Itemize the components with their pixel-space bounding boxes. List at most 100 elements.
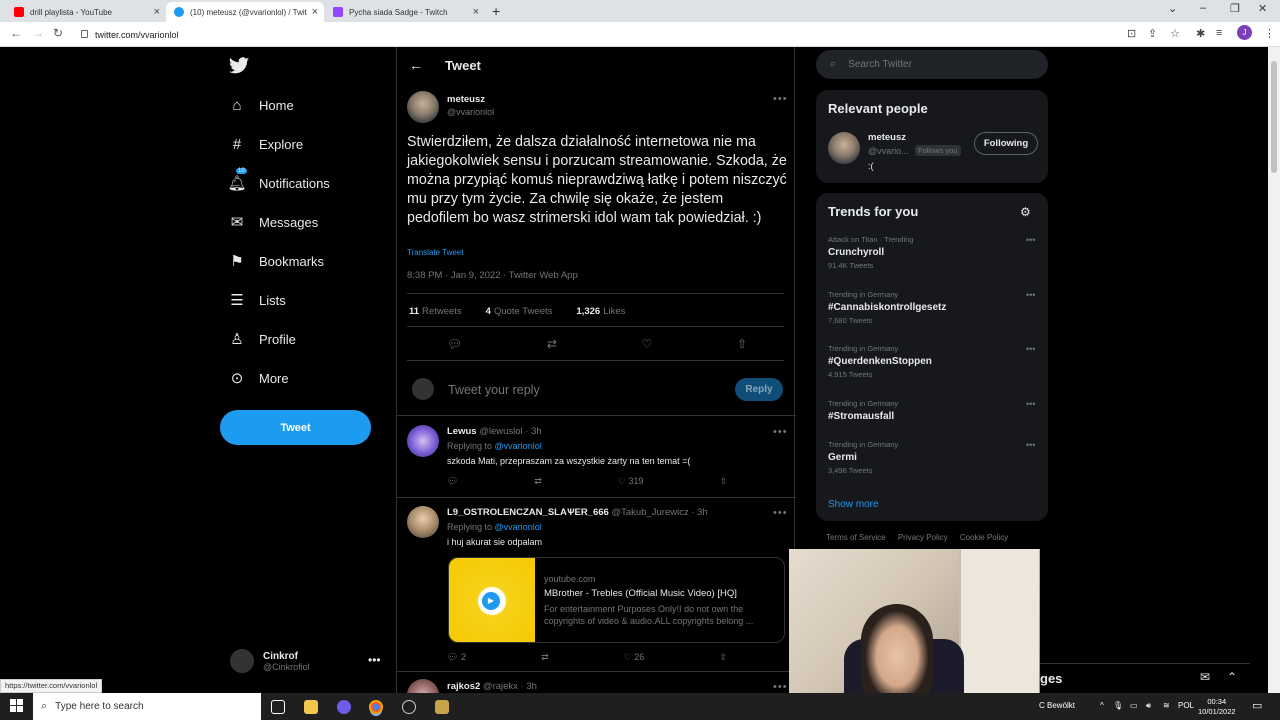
author-avatar[interactable] — [407, 91, 439, 123]
gear-icon[interactable]: ⚙ — [1020, 205, 1031, 219]
retweet-icon[interactable]: ⇄ — [534, 476, 542, 487]
chrome-menu-icon[interactable]: ⋮ — [1264, 27, 1275, 40]
reading-list-icon[interactable]: ≡ — [1216, 27, 1222, 39]
nav-bookmarks[interactable]: ⚑ Bookmarks — [228, 252, 324, 270]
obs-icon[interactable] — [402, 700, 416, 714]
nav-profile[interactable]: ♙ Profile — [228, 330, 296, 348]
forward-icon[interactable]: → — [32, 26, 44, 40]
language-indicator[interactable]: POL — [1178, 701, 1194, 710]
more-icon[interactable]: ••• — [1026, 235, 1035, 245]
url-input[interactable]: twitter.com/vvarionlol — [75, 25, 1135, 44]
more-icon[interactable]: ••• — [1026, 399, 1035, 409]
extensions-icon[interactable]: ✱ — [1196, 27, 1205, 40]
share-icon[interactable]: ⇧ — [737, 337, 747, 351]
author-name[interactable]: meteusz — [447, 94, 485, 105]
windows-start-icon[interactable] — [10, 699, 23, 712]
tab-twitch[interactable]: Pycha siada Sadge - Twitch × — [325, 2, 485, 22]
tweet-timestamp[interactable]: 8:38 PM · Jan 9, 2022 · Twitter Web App — [407, 270, 578, 281]
like-icon[interactable]: ♡ — [642, 337, 653, 351]
more-icon[interactable]: ••• — [773, 681, 788, 693]
mention-link[interactable]: @vvarionlol — [495, 522, 542, 532]
reply-button[interactable]: Reply — [735, 378, 783, 401]
reply-icon[interactable]: 💬︎ — [447, 476, 458, 487]
nav-home[interactable]: ⌂ Home — [228, 96, 293, 114]
terms-link[interactable]: Terms of Service — [826, 533, 886, 542]
avatar[interactable] — [407, 679, 439, 693]
account-switcher[interactable]: Cinkrof @Cinkrofiol ••• — [230, 649, 381, 673]
following-button[interactable]: Following — [974, 132, 1038, 155]
cookie-link[interactable]: Cookie Policy — [960, 533, 1008, 542]
nav-explore[interactable]: # Explore — [228, 135, 303, 153]
person-name[interactable]: meteusz — [868, 132, 906, 143]
chevron-up-icon[interactable]: ⌃ — [1227, 670, 1237, 684]
avatar[interactable] — [828, 132, 860, 164]
twitter-logo-icon[interactable] — [228, 55, 250, 77]
retweets-stat[interactable]: 11 Retweets — [409, 306, 474, 317]
trend-item[interactable]: Attack on Titan · Trending Crunchyroll 9… — [828, 235, 1038, 270]
search-input[interactable]: ⌕ Search Twitter — [816, 50, 1048, 79]
more-icon[interactable]: ••• — [1026, 440, 1035, 450]
wifi-icon[interactable]: ≋ — [1163, 701, 1170, 710]
volume-icon[interactable]: 🔊︎ — [1146, 701, 1151, 711]
trend-item[interactable]: Trending in Germany #QuerdenkenStoppen 4… — [828, 344, 1038, 379]
link-card[interactable]: ▶ youtube.com MBrother - Trebles (Offici… — [448, 557, 785, 643]
close-icon[interactable]: × — [154, 6, 160, 18]
like-icon[interactable]: ♡ 26 — [624, 652, 645, 663]
close-icon[interactable]: × — [473, 6, 479, 18]
file-explorer-icon[interactable] — [304, 700, 318, 714]
like-icon[interactable]: ♡ 319 — [618, 476, 644, 487]
trend-item[interactable]: Trending in Germany #Cannabiskontrollges… — [828, 290, 1038, 325]
reply-input[interactable]: Tweet your reply — [448, 383, 540, 397]
retweet-icon[interactable]: ⇄ — [541, 652, 549, 663]
network-icon[interactable]: ▭ — [1130, 701, 1138, 710]
tab-search-icon[interactable]: ⌄ — [1168, 2, 1177, 15]
quotes-stat[interactable]: 4 Quote Tweets — [486, 306, 565, 317]
restore-icon[interactable]: ❐ — [1230, 2, 1240, 15]
reply-icon[interactable]: 💬︎ 2 — [447, 652, 466, 663]
likes-stat[interactable]: 1,326 Likes — [576, 306, 637, 317]
back-arrow-icon[interactable]: ← — [409, 57, 423, 73]
trend-item[interactable]: Trending in Germany #Stromausfall ••• — [828, 399, 1038, 422]
tweet-button[interactable]: Tweet — [220, 410, 371, 445]
reload-icon[interactable]: ↻ — [53, 26, 63, 40]
translate-link[interactable]: Translate Tweet — [407, 248, 463, 257]
reply-author[interactable]: rajkos2 @rajekx · 3h — [447, 681, 537, 692]
avatar[interactable] — [407, 425, 439, 457]
more-icon[interactable]: ••• — [773, 426, 788, 438]
tab-twitter[interactable]: (10) meteusz (@vvarionlol) / Twit × — [166, 2, 324, 22]
notification-center-icon[interactable]: ▭ — [1252, 699, 1262, 712]
retweet-icon[interactable]: ⇄ — [547, 337, 557, 351]
reply-author[interactable]: Lewus @lewuslol · 3h — [447, 426, 542, 437]
profile-avatar[interactable]: J — [1237, 25, 1252, 40]
close-icon[interactable]: × — [312, 6, 318, 18]
messages-drawer[interactable]: ges ✉ ⌃ — [1040, 663, 1250, 693]
install-icon[interactable]: ⊡ — [1127, 27, 1136, 40]
weather-text[interactable]: C Bewölkt — [1039, 701, 1075, 710]
share-icon[interactable]: ⇧ — [719, 476, 727, 487]
show-more-link[interactable]: Show more — [828, 499, 879, 510]
trend-item[interactable]: Trending in Germany Germi 3,496 Tweets •… — [828, 440, 1038, 475]
taskbar-search[interactable]: ⌕ Type here to search — [33, 693, 261, 720]
discord-icon[interactable] — [337, 700, 351, 714]
clock[interactable]: 00:34 10/01/2022 — [1198, 697, 1236, 717]
more-icon[interactable]: ••• — [1026, 290, 1035, 300]
nav-messages[interactable]: ✉ Messages — [228, 213, 319, 231]
tray-chevron-icon[interactable]: ^ — [1100, 701, 1104, 710]
privacy-link[interactable]: Privacy Policy — [898, 533, 948, 542]
more-icon[interactable]: ••• — [773, 93, 788, 105]
back-icon[interactable]: ← — [10, 26, 22, 40]
league-icon[interactable] — [435, 700, 449, 714]
reply-icon[interactable]: 💬︎ — [447, 337, 462, 351]
bookmark-star-icon[interactable]: ☆ — [1170, 27, 1180, 40]
share-icon[interactable]: ⇪ — [1148, 27, 1157, 40]
person-handle[interactable]: @vvario... — [868, 146, 909, 156]
author-handle[interactable]: @vvarionlol — [447, 107, 494, 117]
page-scrollbar[interactable] — [1268, 47, 1280, 693]
mention-link[interactable]: @vvarionlol — [495, 441, 542, 451]
new-tab-icon[interactable]: + — [492, 3, 500, 19]
tab-youtube[interactable]: drill playlista - YouTube × — [6, 2, 166, 22]
more-icon[interactable]: ••• — [773, 507, 788, 519]
new-message-icon[interactable]: ✉ — [1200, 670, 1210, 684]
more-icon[interactable]: ••• — [1026, 344, 1035, 354]
avatar[interactable] — [407, 506, 439, 538]
